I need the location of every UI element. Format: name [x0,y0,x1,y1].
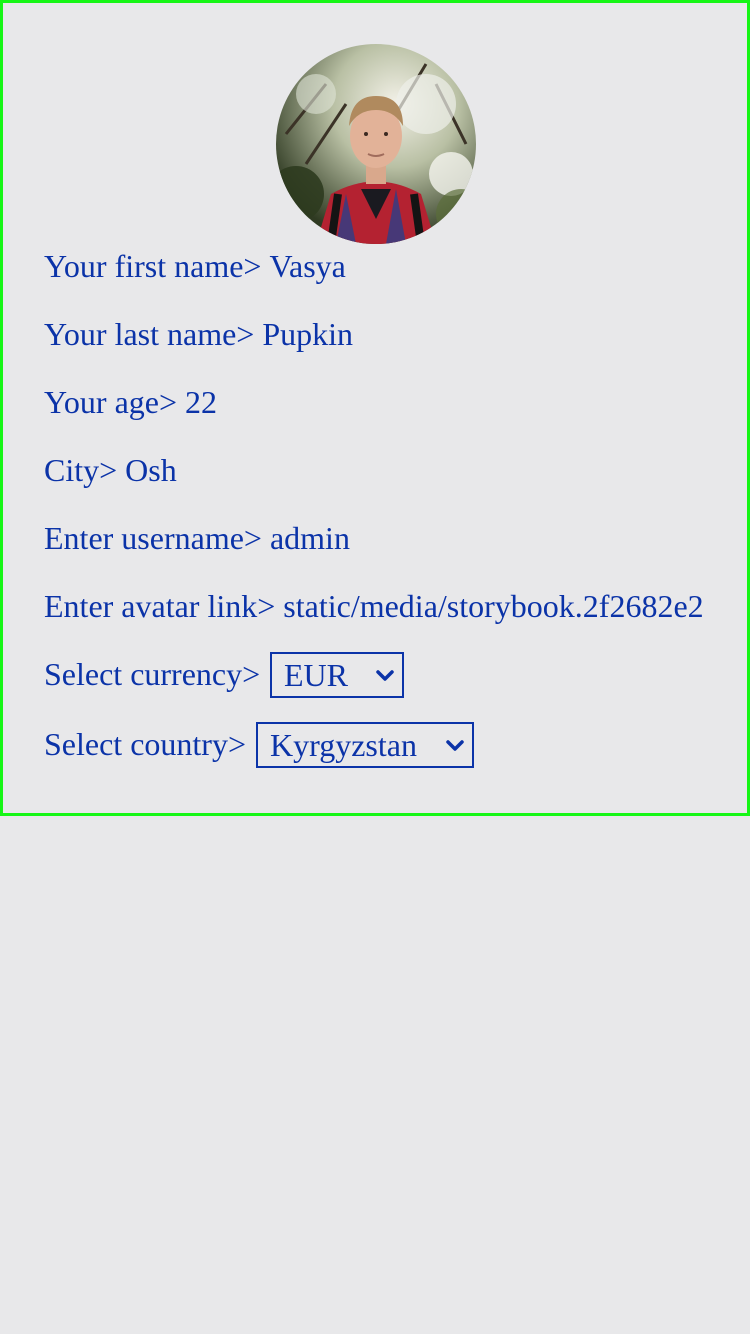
city-value: Osh [125,452,177,488]
avatar-link-label: Enter avatar link> [44,588,276,624]
avatar-link-value: static/media/storybook.2f2682e2 [283,588,704,624]
first-name-value: Vasya [269,248,346,284]
country-row: Select country> [44,724,246,764]
profile-card: Your first name> Vasya Your last name> Pup… [0,0,750,816]
country-selected-value: Kyrgyzstan [270,727,417,763]
username-row: Enter username> admin [44,518,350,558]
country-label: Select country> [44,726,246,762]
currency-row: Select currency> [44,654,260,694]
username-value: admin [269,520,350,556]
age-value: 22 [185,384,218,420]
first-name-label: Your first name> [44,248,262,284]
chevron-down-icon [376,670,394,681]
first-name-row: Your first name> Vasya [44,246,346,286]
chevron-down-icon [446,740,464,751]
username-label: Enter username> [44,520,262,556]
city-label: City> [44,452,118,488]
currency-select[interactable]: EUR [270,652,404,698]
last-name-row: Your last name> Pupkin [44,314,353,354]
avatar-link-row: Enter avatar link> static/media/storybook… [44,586,704,626]
city-row: City> Osh [44,450,177,490]
currency-label: Select currency> [44,656,261,692]
country-select[interactable]: Kyrgyzstan [256,722,474,768]
avatar-image [276,44,476,244]
avatar [276,44,476,244]
currency-selected-value: EUR [284,657,348,693]
age-label: Your age> [44,384,178,420]
last-name-label: Your last name> [44,316,255,352]
last-name-value: Pupkin [262,316,354,352]
age-row: Your age> 22 [44,382,217,422]
